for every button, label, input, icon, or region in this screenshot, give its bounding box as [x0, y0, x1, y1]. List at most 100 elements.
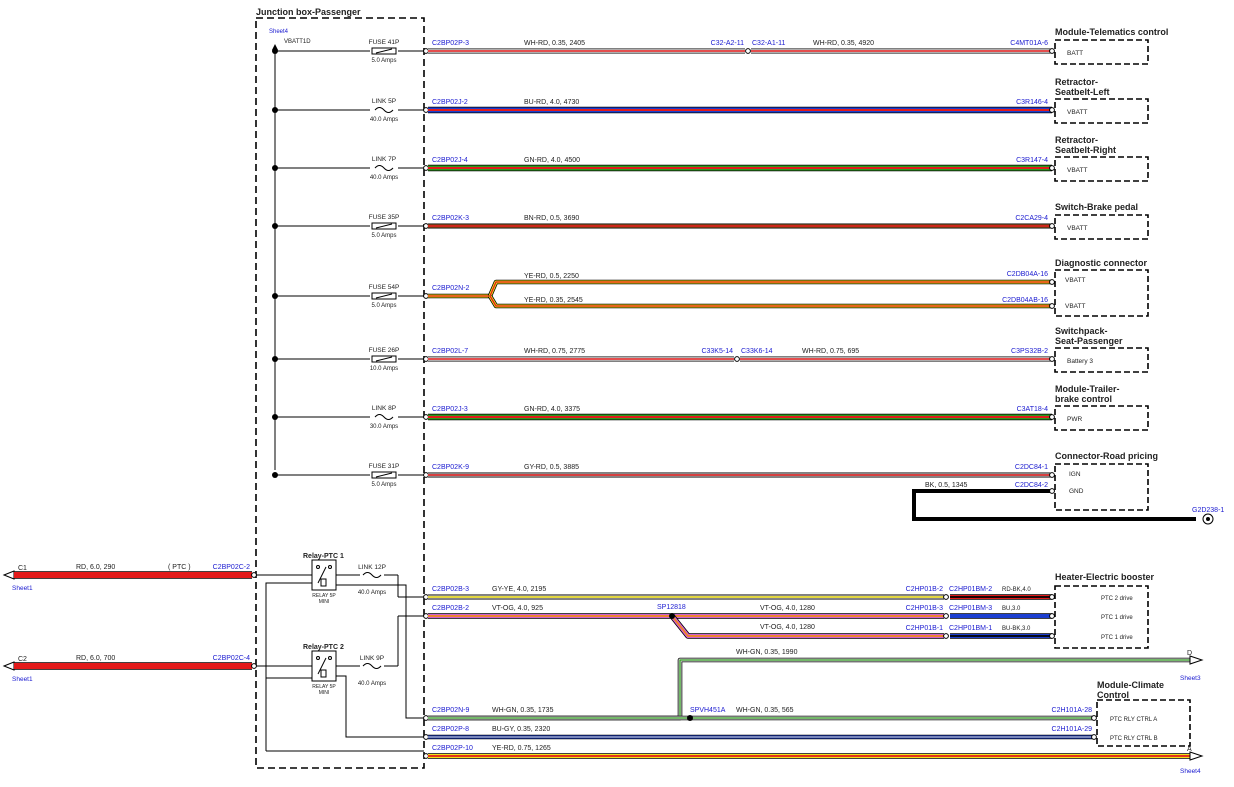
module-pin [1091, 734, 1097, 740]
wire-spec: BK, 0.5, 1345 [925, 482, 968, 489]
wire-spec: YE-RD, 0.75, 1265 [492, 745, 551, 752]
fuse-icon-element [375, 223, 393, 229]
fuse-icon-element [375, 356, 393, 362]
fuse-label: LINK 7P [372, 156, 396, 163]
module-pin [1049, 356, 1055, 362]
relay-title: Relay-PTC 2 [303, 644, 344, 651]
module-connector-label: C3AT18-4 [1017, 406, 1048, 413]
climate-title: Control [1097, 690, 1129, 700]
fuse-rating: 5.0 Amps [371, 482, 396, 488]
link-icon [374, 107, 394, 113]
module-connector-label: C2DB04A-16 [1007, 271, 1048, 278]
module-pin [1049, 303, 1055, 309]
module-pin [1049, 279, 1055, 285]
connector-pin [423, 472, 429, 478]
module-pin [1091, 715, 1097, 721]
inline-connector-label: C32-A1-11 [752, 40, 785, 47]
connector-label: C2BP02N-9 [432, 707, 469, 714]
wire-spec: BU-GY, 0.35, 2320 [492, 726, 550, 733]
wire-tag: ( PTC ) [168, 564, 191, 571]
connector-pin [423, 223, 429, 229]
relay-terminal [328, 565, 332, 569]
relay-title: Relay-PTC 1 [303, 553, 344, 560]
wire-spec: RD-BK,4.0 [1002, 587, 1031, 593]
connector-pin [423, 356, 429, 362]
module-title: Connector-Road pricing [1055, 451, 1158, 461]
inline-connector-label: C2HP01B-3 [906, 605, 943, 612]
wire-spec: VT-OG, 4.0, 1280 [760, 624, 815, 631]
link-icon [362, 572, 382, 578]
relay-subtitle: MINI [319, 690, 330, 696]
relay-terminal [316, 565, 320, 569]
module-pin-label: IGN [1069, 471, 1081, 478]
connector-pin [423, 107, 429, 113]
wire-spec: WH-RD, 0.35, 2405 [524, 40, 585, 47]
offsheet-ref: C2 [18, 656, 27, 663]
fuse-rating: 5.0 Amps [371, 233, 396, 239]
connector-label: C2BP02C-4 [213, 655, 250, 662]
fuse-label: FUSE 35P [369, 214, 400, 221]
connector-label: C2BP02B-2 [432, 605, 469, 612]
ground-ref-label: G2D238-1 [1192, 507, 1224, 514]
link-rating: 40.0 Amps [358, 681, 386, 687]
module-pin-label: BATT [1067, 50, 1083, 57]
module-connector-label: C2CA29-4 [1015, 215, 1048, 222]
offsheet-sheet: Sheet3 [1180, 675, 1201, 682]
wire-spec: WH-RD, 0.35, 4920 [813, 40, 874, 47]
module-connector-label: C3R147-4 [1016, 157, 1048, 164]
connector-label: C2BP02K-9 [432, 464, 469, 471]
link-icon [362, 663, 382, 669]
wire-spec: VT-OG, 4.0, 925 [492, 605, 543, 612]
module-title: Retractor- [1055, 77, 1098, 87]
fuse-label: LINK 5P [372, 98, 396, 105]
relay-terminal [316, 656, 320, 660]
connector-label: C2BP02P-8 [432, 726, 469, 733]
link-icon [374, 414, 394, 420]
wire-spec: WH-GN, 0.35, 1990 [736, 649, 798, 656]
fuse-label: FUSE 41P [369, 39, 400, 46]
module-pin-label: VBATT [1067, 167, 1087, 174]
connector-label: C2BP02C-2 [213, 564, 250, 571]
offsheet-arrow-icon [1189, 655, 1204, 665]
module-title: Retractor- [1055, 135, 1098, 145]
module-pin-label: Battery 3 [1067, 358, 1093, 365]
module-pin-label: PTC 1 drive [1101, 615, 1133, 621]
module-title: Diagnostic connector [1055, 258, 1148, 268]
fuse-label: FUSE 26P [369, 347, 400, 354]
connector-pin [423, 594, 429, 600]
supply-label: VBATT1D [284, 39, 311, 45]
module-connector-label: C2DB04AB-16 [1002, 297, 1048, 304]
module-pin-label: PTC RLY CTRL B [1110, 736, 1158, 742]
wire-spec: GN-RD, 4.0, 3375 [524, 406, 580, 413]
module-title: Seatbelt-Left [1055, 87, 1110, 97]
fuse-rating: 40.0 Amps [370, 175, 398, 181]
junction-box-sheet-ref: Sheet4 [269, 29, 289, 35]
fuse-rating: 40.0 Amps [370, 117, 398, 123]
inline-connector [943, 613, 949, 619]
connector-label: C2BP02J-2 [432, 99, 468, 106]
module-pin [1049, 488, 1055, 494]
connector-pin [423, 165, 429, 171]
relay-terminal [328, 656, 332, 660]
module-title: brake control [1055, 394, 1112, 404]
module-pin-label: GND [1069, 488, 1084, 495]
offsheet-arrow-icon [2, 570, 15, 580]
module-pin-label: PTC 1 drive [1101, 635, 1133, 641]
module-pin [1049, 48, 1055, 54]
connector-pin [423, 48, 429, 54]
inline-connector [943, 594, 949, 600]
inline-connector-label: C2HP01B-2 [906, 586, 943, 593]
fuse-rating: 30.0 Amps [370, 424, 398, 430]
module-pin [1049, 472, 1055, 478]
inline-connector-label: C33K6-14 [741, 348, 773, 355]
fuse-label: FUSE 31P [369, 463, 400, 470]
wire-spec: GY-YE, 4.0, 2195 [492, 586, 546, 593]
module-pin [1049, 223, 1055, 229]
offsheet-ref: D [1187, 650, 1192, 657]
wire-spec: YE-RD, 0.35, 2545 [524, 297, 583, 304]
module-pin [1049, 613, 1055, 619]
inline-connector-label: C2HP01B-1 [906, 625, 943, 632]
connector-pin [251, 572, 257, 578]
fuse-rating: 5.0 Amps [371, 303, 396, 309]
wire-spec: RD, 6.0, 700 [76, 655, 115, 662]
